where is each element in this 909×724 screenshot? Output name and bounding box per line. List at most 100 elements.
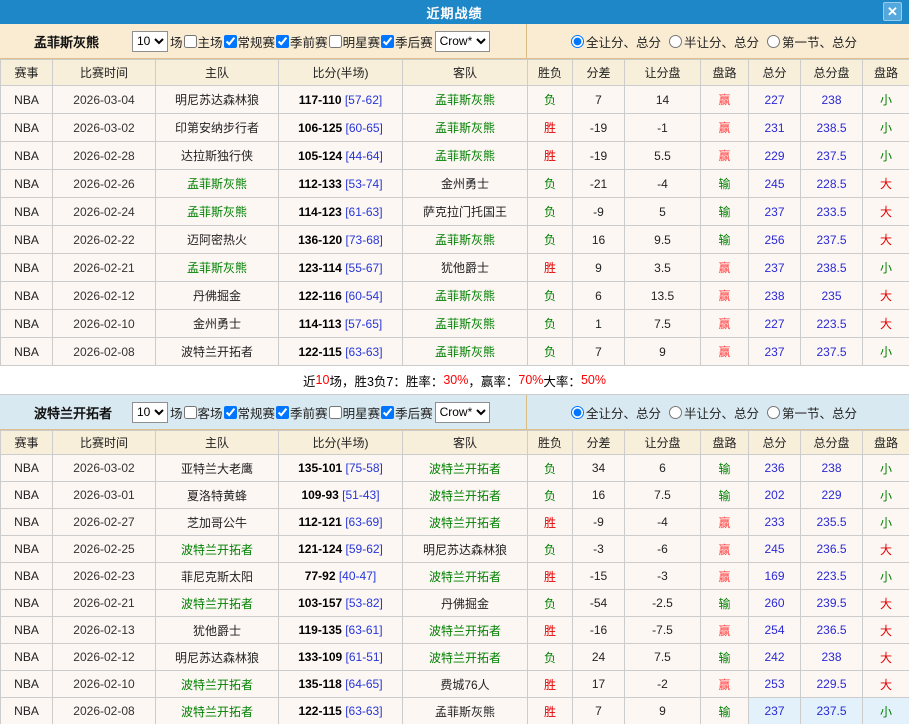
match-row: NBA 2026-02-25 波特兰开拓者 121-124 [59-62] 明尼苏达森林…: [0, 535, 909, 563]
filter-checkbox-3[interactable]: 明星赛: [328, 403, 380, 422]
scope-radio-2[interactable]: 第一节、总分: [767, 32, 857, 51]
checkbox-input[interactable]: [328, 405, 342, 419]
scope-radio-label: 半让分、总分: [683, 406, 759, 421]
total-line-cell: 238.5: [800, 253, 863, 282]
game-count-select[interactable]: 10: [132, 401, 168, 423]
filter-checkbox-3[interactable]: 明星赛: [328, 32, 381, 51]
radio-input[interactable]: [570, 405, 584, 419]
team-name: 孟菲斯灰熊: [34, 34, 100, 50]
filter-checkbox-label: 主场: [197, 35, 223, 50]
away-team-cell: 波特兰开拓者: [402, 508, 528, 536]
total-cell: 227: [748, 85, 801, 114]
total-cell: 202: [748, 481, 801, 509]
filter-checkbox-1[interactable]: 常规赛: [223, 403, 275, 422]
final-score: 122-115: [298, 704, 342, 718]
total-cell: 231: [748, 113, 801, 142]
odds-provider-select[interactable]: Crow*: [434, 401, 490, 423]
filter-checkbox-label: 季后赛: [395, 35, 433, 50]
handicap-result-cell: 赢: [700, 562, 749, 590]
handicap-result-cell: 赢: [700, 113, 749, 142]
result-cell: 胜: [527, 253, 573, 282]
handicap-result-cell: 输: [700, 481, 749, 509]
filter-checkbox-label: 季后赛: [395, 406, 433, 421]
filter-bar-left: 孟菲斯灰熊 10 场主场 常规赛 季前赛 明星赛 季后赛 Crow*: [0, 24, 527, 58]
column-header-5: 胜负: [527, 59, 573, 86]
total-cell: 169: [748, 562, 801, 590]
half-time-score: [53-82]: [345, 596, 383, 610]
checkbox-input[interactable]: [223, 405, 237, 419]
scope-radio-1[interactable]: 半让分、总分: [668, 403, 759, 422]
filter-checkbox-2[interactable]: 季前赛: [275, 32, 328, 51]
league-cell: NBA: [0, 141, 53, 170]
filter-checkbox-1[interactable]: 常规赛: [223, 32, 275, 51]
filter-checkbox-0[interactable]: 客场: [183, 403, 223, 422]
filter-checkbox-2[interactable]: 季前赛: [275, 403, 328, 422]
filter-bar-left: 波特兰开拓者 10 场客场 常规赛 季前赛 明星赛 季后赛 Crow*: [0, 395, 527, 429]
checkbox-input[interactable]: [381, 34, 395, 48]
diff-cell: 34: [572, 454, 625, 482]
scope-radio-0[interactable]: 全让分、总分: [570, 403, 661, 422]
date-cell: 2026-03-02: [52, 454, 156, 482]
over-under-cell: 大: [862, 670, 909, 698]
game-count-select[interactable]: 10: [132, 30, 168, 52]
half-time-score: [53-74]: [345, 176, 383, 191]
date-cell: 2026-02-26: [52, 169, 156, 198]
home-team-cell: 波特兰开拓者: [155, 697, 279, 724]
final-score: 112-133: [298, 176, 342, 191]
scope-radio-0[interactable]: 全让分、总分: [570, 32, 661, 51]
over-under-cell: 小: [862, 141, 909, 170]
checkbox-input[interactable]: [183, 34, 197, 48]
total-cell: 237: [748, 697, 801, 724]
total-cell: 237: [748, 253, 801, 282]
handicap-result-cell: 赢: [700, 670, 749, 698]
checkbox-input[interactable]: [223, 34, 237, 48]
close-icon[interactable]: ✕: [883, 2, 902, 21]
away-team-cell: 孟菲斯灰熊: [402, 85, 528, 114]
half-time-score: [60-65]: [345, 120, 383, 135]
scope-radio-label: 全让分、总分: [585, 35, 661, 50]
scope-radio-2[interactable]: 第一节、总分: [767, 403, 857, 422]
result-cell: 负: [527, 535, 573, 563]
result-cell: 胜: [527, 562, 573, 590]
filter-checkbox-0[interactable]: 主场: [183, 32, 223, 51]
filter-checkbox-4[interactable]: 季后赛: [380, 403, 433, 422]
away-team-cell: 孟菲斯灰熊: [402, 309, 528, 338]
radio-input[interactable]: [767, 405, 780, 419]
filter-checkbox-label: 明星赛: [342, 35, 381, 50]
date-cell: 2026-02-08: [52, 337, 156, 366]
handicap-result-cell: 赢: [700, 85, 749, 114]
match-row: NBA 2026-03-02 印第安纳步行者 106-125 [60-65] 孟菲斯灰熊…: [0, 113, 909, 142]
half-time-score: [73-68]: [345, 232, 383, 247]
filter-checkbox-4[interactable]: 季后赛: [380, 32, 433, 51]
checkbox-input[interactable]: [381, 405, 395, 419]
diff-cell: -19: [572, 113, 625, 142]
column-header-10: 总分盘: [800, 59, 863, 86]
checkbox-input[interactable]: [328, 34, 342, 48]
radio-input[interactable]: [668, 405, 682, 419]
match-row: NBA 2026-02-24 孟菲斯灰熊 114-123 [61-63] 萨克拉门托国王…: [0, 197, 909, 226]
date-cell: 2026-02-12: [52, 643, 156, 671]
total-cell: 254: [748, 616, 801, 644]
column-header-10: 总分盘: [800, 430, 863, 455]
radio-input[interactable]: [767, 34, 780, 48]
scope-radio-1[interactable]: 半让分、总分: [668, 32, 759, 51]
total-cell: 253: [748, 670, 801, 698]
summary-segment: 10: [315, 373, 330, 387]
handicap-cell: -6: [624, 535, 701, 563]
diff-cell: 16: [572, 225, 625, 254]
score-cell: 77-92 [40-47]: [278, 562, 403, 590]
checkbox-input[interactable]: [276, 405, 290, 419]
total-cell: 237: [748, 197, 801, 226]
odds-provider-select[interactable]: Crow*: [434, 30, 490, 52]
handicap-cell: 3.5: [624, 253, 701, 282]
total-line-cell: 237.5: [800, 225, 863, 254]
radio-input[interactable]: [668, 34, 682, 48]
radio-input[interactable]: [570, 34, 584, 48]
half-time-score: [75-58]: [345, 461, 383, 475]
final-score: 122-115: [298, 344, 342, 359]
checkbox-input[interactable]: [276, 34, 290, 48]
home-team-cell: 犹他爵士: [155, 616, 279, 644]
date-cell: 2026-02-13: [52, 616, 156, 644]
column-header-11: 盘路: [862, 430, 909, 455]
checkbox-input[interactable]: [183, 405, 197, 419]
